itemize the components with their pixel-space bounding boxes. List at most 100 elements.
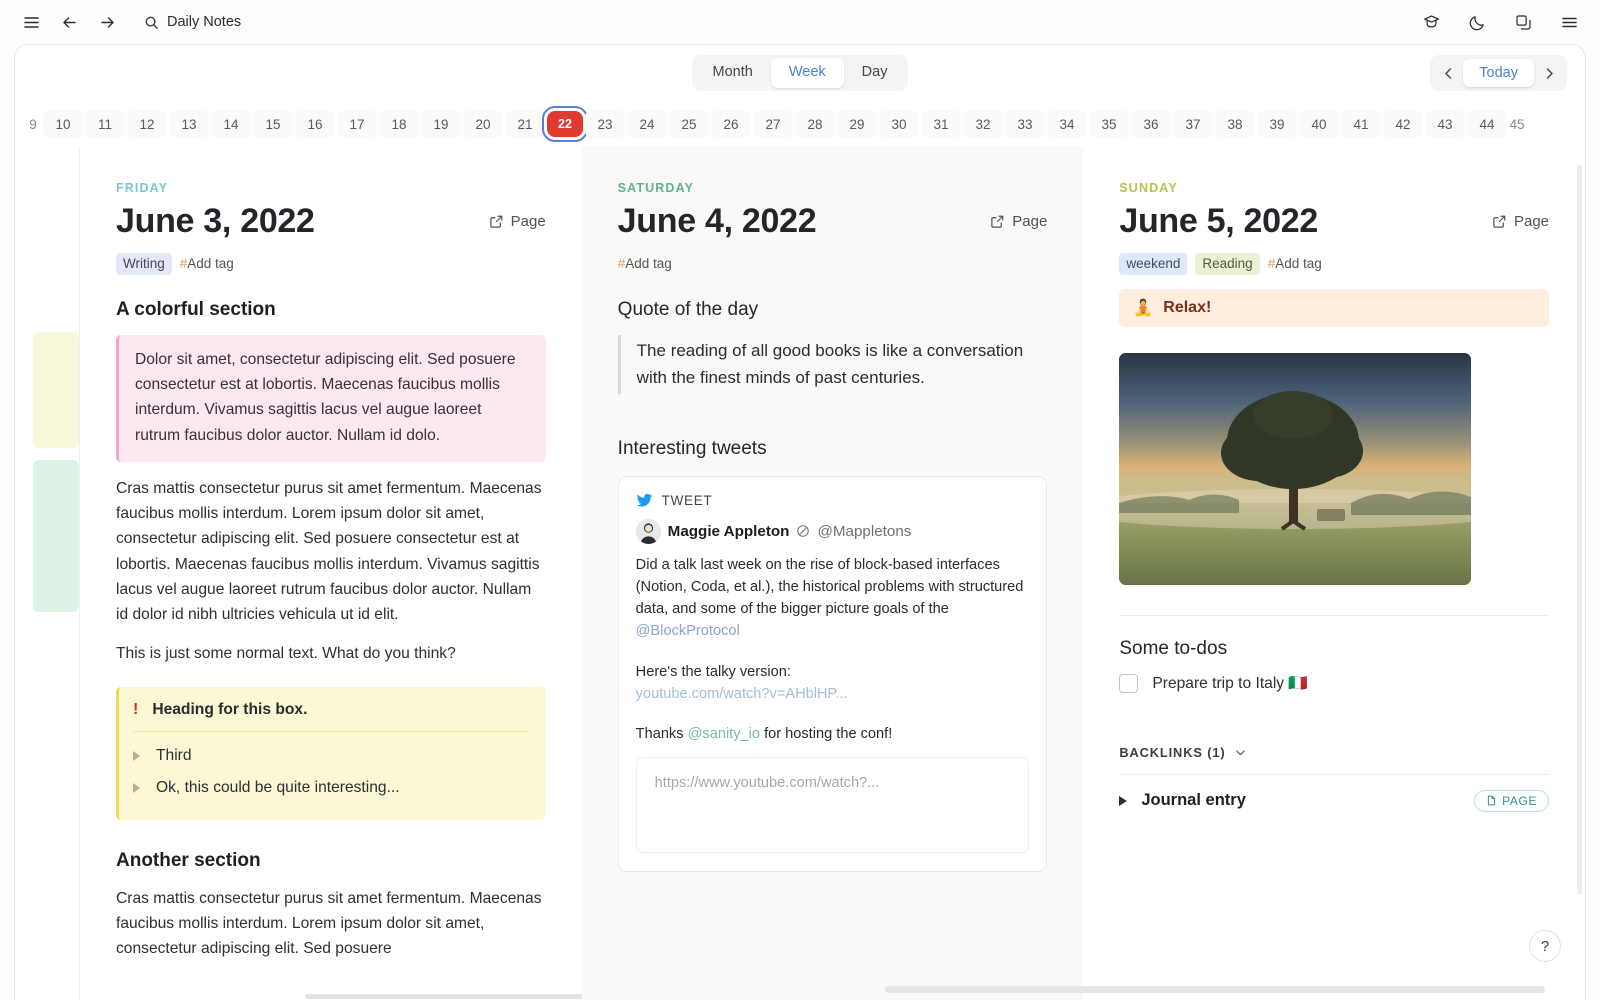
week-number-20[interactable]: 20 (463, 110, 503, 138)
chevron-down-icon[interactable] (1234, 746, 1247, 759)
tag-weekend[interactable]: weekend (1119, 253, 1187, 275)
meditation-emoji-icon: 🧘 (1133, 298, 1153, 318)
layers-icon[interactable] (1506, 5, 1540, 39)
menu-icon[interactable] (1552, 5, 1586, 39)
week-number-29[interactable]: 29 (837, 110, 877, 138)
callout-pink[interactable]: Dolor sit amet, consectetur adipiscing e… (116, 335, 546, 462)
add-tag-button[interactable]: #Add tag (618, 256, 672, 271)
week-number-15[interactable]: 15 (253, 110, 293, 138)
hamburger-icon[interactable] (14, 5, 48, 39)
week-number-30[interactable]: 30 (879, 110, 919, 138)
todo-item[interactable]: Prepare trip to Italy 🇮🇹 (1119, 674, 1549, 693)
relax-banner[interactable]: 🧘 Relax! (1119, 289, 1549, 327)
arrow-left-icon[interactable] (52, 5, 86, 39)
triangle-right-icon[interactable] (133, 783, 140, 793)
backlink-name: Journal entry (1141, 791, 1246, 810)
callout-yellow[interactable]: ! Heading for this box. Third Ok, this c… (116, 687, 546, 820)
week-number-24[interactable]: 24 (627, 110, 667, 138)
horizontal-scrollbar[interactable] (885, 986, 1545, 993)
today-button[interactable]: Today (1463, 59, 1534, 87)
help-button[interactable]: ? (1529, 930, 1561, 962)
week-number-12[interactable]: 12 (127, 110, 167, 138)
week-number-28[interactable]: 28 (795, 110, 835, 138)
week-number-19[interactable]: 19 (421, 110, 461, 138)
todo-checkbox[interactable] (1119, 674, 1138, 693)
week-number-34[interactable]: 34 (1047, 110, 1087, 138)
tweet-thanks-pre: Thanks (636, 726, 688, 742)
week-number-36[interactable]: 36 (1131, 110, 1171, 138)
week-number-41[interactable]: 41 (1341, 110, 1381, 138)
week-number-31[interactable]: 31 (921, 110, 961, 138)
week-number-26[interactable]: 26 (711, 110, 751, 138)
tag-writing[interactable]: Writing (116, 253, 172, 275)
toggle-item[interactable]: Ok, this could be quite interesting... (133, 772, 528, 804)
date-header-row: June 4, 2022 Page (618, 201, 1048, 242)
week-number-43[interactable]: 43 (1425, 110, 1465, 138)
week-number-9[interactable]: 9 (25, 110, 41, 138)
week-number-33[interactable]: 33 (1005, 110, 1045, 138)
week-number-44[interactable]: 44 (1467, 110, 1507, 138)
week-number-16[interactable]: 16 (295, 110, 335, 138)
tag-reading[interactable]: Reading (1195, 253, 1259, 275)
previous-day-peek[interactable] (15, 147, 80, 1000)
week-number-38[interactable]: 38 (1215, 110, 1255, 138)
backlinks-title: BACKLINKS (1) (1119, 745, 1225, 760)
week-number-40[interactable]: 40 (1299, 110, 1339, 138)
open-page-button[interactable]: Page (489, 213, 546, 230)
backlink-row[interactable]: Journal entry PAGE (1119, 774, 1549, 812)
week-number-10[interactable]: 10 (43, 110, 83, 138)
week-number-23[interactable]: 23 (585, 110, 625, 138)
search-bar[interactable]: Daily Notes (144, 14, 241, 30)
divider (1119, 615, 1549, 616)
view-mode-month[interactable]: Month (695, 58, 771, 87)
previous-week-button[interactable] (1433, 58, 1463, 88)
arrow-right-icon[interactable] (90, 5, 124, 39)
week-number-strip[interactable]: 9101112131415161718192021222324252627282… (15, 101, 1585, 147)
week-number-37[interactable]: 37 (1173, 110, 1213, 138)
add-tag-button[interactable]: #Add tag (1268, 256, 1322, 271)
open-page-button[interactable]: Page (1492, 213, 1549, 230)
open-page-label: Page (1514, 213, 1549, 230)
triangle-right-icon[interactable] (1119, 796, 1127, 806)
day-column-saturday: SATURDAY June 4, 2022 Page #Add tag (582, 147, 1084, 1000)
week-number-32[interactable]: 32 (963, 110, 1003, 138)
day-columns: FRIDAY June 3, 2022 Page Writing #Ad (15, 147, 1585, 1000)
tweet-video-embed[interactable]: https://www.youtube.com/watch?... (636, 757, 1030, 853)
vertical-scrollbar[interactable] (1577, 165, 1582, 895)
add-tag-button[interactable]: #Add tag (180, 256, 234, 271)
view-mode-day[interactable]: Day (844, 58, 906, 87)
triangle-right-icon[interactable] (133, 751, 140, 761)
week-number-14[interactable]: 14 (211, 110, 251, 138)
view-mode-week[interactable]: Week (771, 58, 844, 87)
tweet-embed-card[interactable]: TWEET Maggie Appleton (618, 476, 1048, 872)
day-column-friday: FRIDAY June 3, 2022 Page Writing #Ad (80, 147, 582, 1000)
photo-tree[interactable] (1119, 353, 1471, 585)
week-number-selected[interactable]: 22 (547, 111, 583, 137)
backlinks-header[interactable]: BACKLINKS (1) (1119, 745, 1549, 760)
graduation-cap-icon[interactable] (1414, 5, 1448, 39)
page-badge[interactable]: PAGE (1474, 790, 1549, 812)
week-number-42[interactable]: 42 (1383, 110, 1423, 138)
week-number-35[interactable]: 35 (1089, 110, 1129, 138)
week-number-18[interactable]: 18 (379, 110, 419, 138)
tweet-body-text: Did a talk last week on the rise of bloc… (636, 557, 1024, 617)
next-week-button[interactable] (1534, 58, 1564, 88)
quote-block[interactable]: The reading of all good books is like a … (618, 335, 1048, 394)
tweet-youtube-link[interactable]: youtube.com/watch?v=AHblHP... (636, 686, 848, 702)
week-number-27[interactable]: 27 (753, 110, 793, 138)
tweet-label: TWEET (662, 493, 713, 508)
verified-badge-icon (796, 524, 810, 538)
open-page-button[interactable]: Page (990, 213, 1047, 230)
week-number-11[interactable]: 11 (85, 110, 125, 138)
week-number-45[interactable]: 45 (1509, 110, 1525, 138)
week-number-25[interactable]: 25 (669, 110, 709, 138)
tweet-mention-blockprotocol[interactable]: @BlockProtocol (636, 623, 740, 639)
week-number-39[interactable]: 39 (1257, 110, 1297, 138)
tag-row: weekend Reading #Add tag (1119, 253, 1549, 275)
toggle-item[interactable]: Third (133, 740, 528, 772)
tweet-mention-sanity[interactable]: @sanity_io (688, 726, 760, 742)
week-number-17[interactable]: 17 (337, 110, 377, 138)
week-number-21[interactable]: 21 (505, 110, 545, 138)
moon-icon[interactable] (1460, 5, 1494, 39)
week-number-13[interactable]: 13 (169, 110, 209, 138)
